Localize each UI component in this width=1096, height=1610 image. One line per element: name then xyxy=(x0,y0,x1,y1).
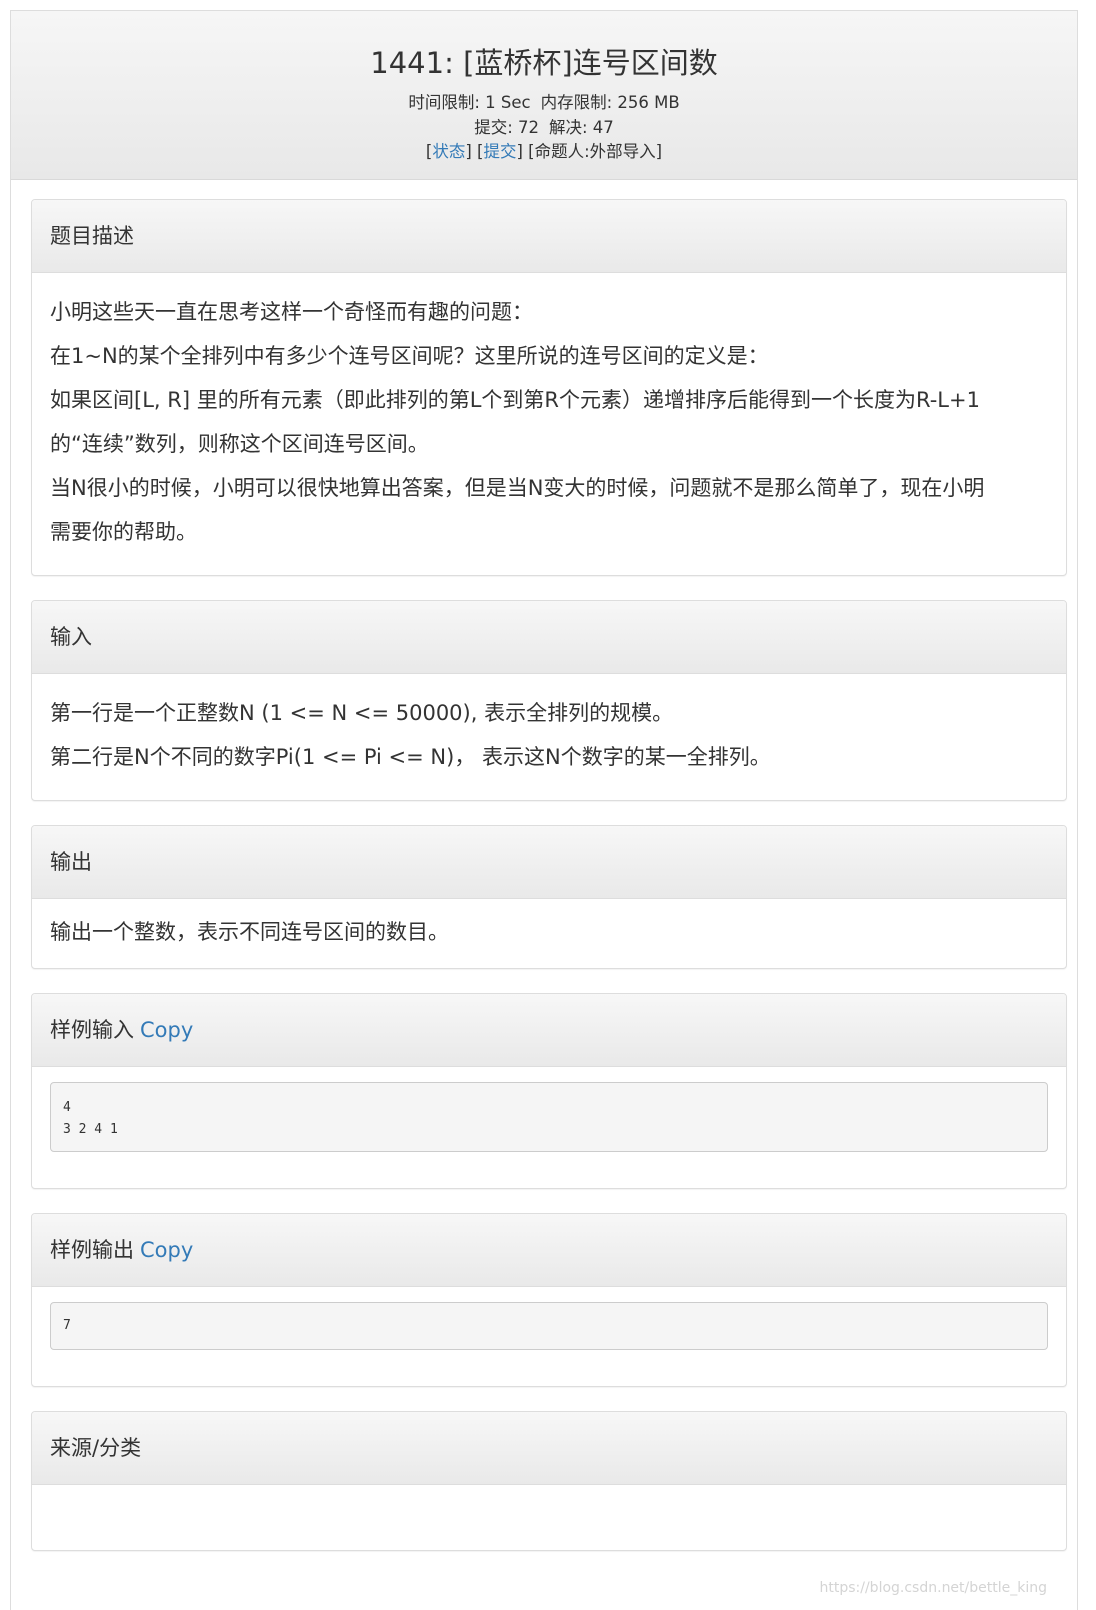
sample-input-title: 样例输入 Copy xyxy=(50,1014,193,1046)
input-heading: 输入 xyxy=(32,601,1066,674)
sample-input-code: 4 3 2 4 1 xyxy=(50,1082,1048,1152)
source-heading: 来源/分类 xyxy=(32,1412,1066,1485)
description-line: 的“连续”数列，则称这个区间连号区间。 xyxy=(50,432,429,456)
submit-link[interactable]: 提交 xyxy=(483,142,516,161)
links-line: [状态] [提交] [命题人:外部导入] xyxy=(425,142,663,161)
sample-output-label: 样例输出 xyxy=(50,1238,134,1262)
submission-count: 提交: 72 xyxy=(474,118,539,137)
problem-header: 1441: [蓝桥杯]连号区间数 时间限制: 1 Sec 内存限制: 256 MB… xyxy=(11,11,1077,180)
sample-input-heading: 样例输入 Copy xyxy=(32,994,1066,1067)
output-heading: 输出 xyxy=(32,826,1066,899)
source-panel: 来源/分类 xyxy=(31,1411,1067,1551)
input-panel: 输入 第一行是一个正整数N (1 <= N <= 50000), 表示全排列的规… xyxy=(31,600,1067,801)
limits-line: 时间限制: 1 Sec 内存限制: 256 MB xyxy=(11,91,1077,115)
sample-output-title: 样例输出 Copy xyxy=(50,1234,193,1266)
sample-output-heading: 样例输出 Copy xyxy=(32,1214,1066,1287)
watermark: https://blog.csdn.net/bettle_king xyxy=(819,1580,1048,1596)
input-line: 第二行是N个不同的数字Pi(1 <= Pi <= N)， 表示这N个数字的某一全… xyxy=(50,745,771,769)
input-title: 输入 xyxy=(50,625,92,649)
input-line: 第一行是一个正整数N (1 <= N <= 50000), 表示全排列的规模。 xyxy=(50,701,674,725)
status-link[interactable]: 状态 xyxy=(432,142,465,161)
sample-input-label: 样例输入 xyxy=(50,1018,134,1042)
sample-output-panel: 样例输出 Copy 7 xyxy=(31,1213,1067,1387)
source-title: 来源/分类 xyxy=(50,1436,142,1460)
description-line: 如果区间[L, R] 里的所有元素（即此排列的第L个到第R个元素）递增排序后能得… xyxy=(50,388,980,412)
author-label: 命题人:外部导入 xyxy=(534,142,656,161)
stats-line: 提交: 72 解决: 47 xyxy=(11,116,1077,140)
sample-output-code: 7 xyxy=(50,1302,1048,1350)
description-line: 当N很小的时候，小明可以很快地算出答案，但是当N变大的时候，问题就不是那么简单了… xyxy=(50,476,985,500)
output-line: 输出一个整数，表示不同连号区间的数目。 xyxy=(50,920,449,944)
output-title: 输出 xyxy=(50,850,92,874)
output-body: 输出一个整数，表示不同连号区间的数目。 xyxy=(50,910,1052,954)
input-body: 第一行是一个正整数N (1 <= N <= 50000), 表示全排列的规模。 … xyxy=(50,691,1052,779)
description-panel: 题目描述 小明这些天一直在思考这样一个奇怪而有趣的问题： 在1~N的某个全排列中… xyxy=(31,199,1067,576)
description-heading: 题目描述 xyxy=(32,200,1066,273)
page-title: 1441: [蓝桥杯]连号区间数 xyxy=(370,46,718,80)
description-line: 在1~N的某个全排列中有多少个连号区间呢？这里所说的连号区间的定义是： xyxy=(50,344,769,368)
description-line: 小明这些天一直在思考这样一个奇怪而有趣的问题： xyxy=(50,300,533,324)
time-limit: 时间限制: 1 Sec xyxy=(408,93,531,112)
description-body: 小明这些天一直在思考这样一个奇怪而有趣的问题： 在1~N的某个全排列中有多少个连… xyxy=(50,290,1052,554)
copy-sample-output-button[interactable]: Copy xyxy=(140,1238,193,1262)
solved-count: 解决: 47 xyxy=(549,118,614,137)
memory-limit: 内存限制: 256 MB xyxy=(540,93,680,112)
sample-input-panel: 样例输入 Copy 4 3 2 4 1 xyxy=(31,993,1067,1189)
copy-sample-input-button[interactable]: Copy xyxy=(140,1018,193,1042)
problem-page: 1441: [蓝桥杯]连号区间数 时间限制: 1 Sec 内存限制: 256 MB… xyxy=(10,10,1078,1610)
description-line: 需要你的帮助。 xyxy=(50,520,197,544)
output-panel: 输出 输出一个整数，表示不同连号区间的数目。 xyxy=(31,825,1067,969)
description-title: 题目描述 xyxy=(50,224,134,248)
